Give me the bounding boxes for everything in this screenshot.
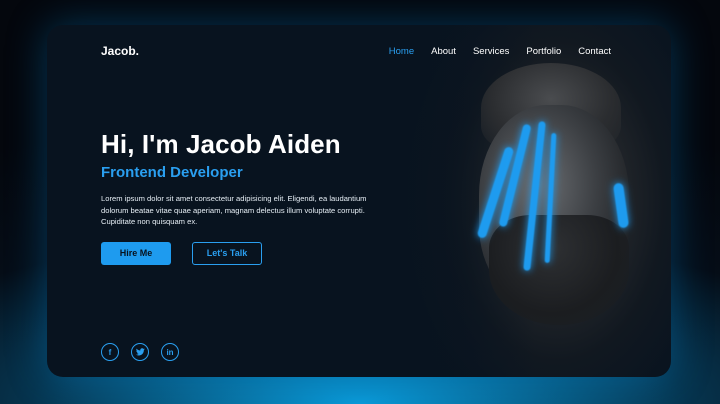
nav-item-services[interactable]: Services bbox=[473, 46, 509, 57]
lets-talk-button[interactable]: Let's Talk bbox=[192, 241, 262, 265]
hire-me-button[interactable]: Hire Me bbox=[101, 241, 171, 265]
top-nav: Jacob. Home About Services Portfolio Con… bbox=[101, 35, 611, 67]
social-links: f in bbox=[101, 343, 179, 361]
hero-actions: Hire Me Let's Talk bbox=[101, 241, 401, 265]
nav-item-contact[interactable]: Contact bbox=[578, 46, 611, 57]
portrait-beard bbox=[489, 215, 629, 325]
landing-card: Jacob. Home About Services Portfolio Con… bbox=[47, 25, 671, 377]
nav-item-portfolio[interactable]: Portfolio bbox=[526, 46, 561, 57]
hero-title: Hi, I'm Jacob Aiden bbox=[101, 129, 341, 159]
hero-subtitle: Frontend Developer bbox=[101, 164, 243, 181]
facebook-icon[interactable]: f bbox=[101, 343, 119, 361]
hero-description: Lorem ipsum dolor sit amet consectetur a… bbox=[101, 194, 367, 226]
nav-item-about[interactable]: About bbox=[431, 46, 456, 57]
nav-menu: Home About Services Portfolio Contact bbox=[389, 46, 611, 57]
nav-item-home[interactable]: Home bbox=[389, 46, 414, 57]
hero-section: Hi, I'm Jacob Aiden Frontend Developer L… bbox=[101, 129, 401, 265]
linkedin-icon[interactable]: in bbox=[161, 343, 179, 361]
twitter-icon[interactable] bbox=[131, 343, 149, 361]
twitter-bird-icon bbox=[135, 348, 145, 356]
hero-portrait-image bbox=[371, 25, 671, 377]
site-logo[interactable]: Jacob. bbox=[101, 44, 139, 58]
